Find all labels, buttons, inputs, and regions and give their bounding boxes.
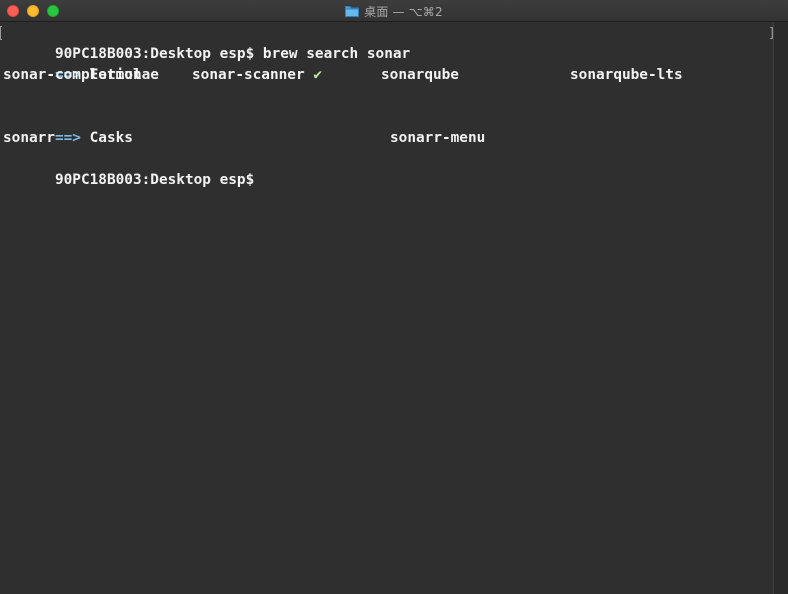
zoom-button[interactable] xyxy=(47,5,59,17)
title-bar[interactable]: 桌面 — ⌥⌘2 xyxy=(0,0,788,22)
left-edge-marker xyxy=(0,26,2,40)
final-prompt-line: 90PC18B003:Desktop esp$ xyxy=(3,149,254,188)
formula-item: sonarqube-lts xyxy=(570,67,683,83)
terminal-window: 桌面 — ⌥⌘2 90PC18B003:Desktop esp$ brew se… xyxy=(0,0,788,594)
formula-item: sonar-completion xyxy=(3,67,142,83)
formula-item: sonar-scanner ✔ xyxy=(192,65,322,86)
window-title: 桌面 — ⌥⌘2 xyxy=(364,4,443,19)
formulae-header: ==> Formulae xyxy=(3,44,159,83)
formula-item: sonarqube xyxy=(381,67,459,83)
scrollbar[interactable] xyxy=(773,23,788,594)
formula-item-name: sonar-scanner xyxy=(192,67,305,83)
terminal-output[interactable]: 90PC18B003:Desktop esp$ brew search sona… xyxy=(0,23,773,594)
casks-header: ==> Casks xyxy=(3,107,133,146)
casks-row: sonarr sonarr-menu xyxy=(3,128,773,149)
scroll-marker-icon: ] xyxy=(768,26,776,41)
cask-item: sonarr xyxy=(3,130,55,146)
cask-item: sonarr-menu xyxy=(390,130,486,146)
final-prompt: 90PC18B003:Desktop esp$ xyxy=(54,172,255,188)
installed-check-icon: ✔ xyxy=(313,67,322,83)
window-title-wrap: 桌面 — ⌥⌘2 xyxy=(0,0,788,22)
minimize-button[interactable] xyxy=(27,5,39,17)
folder-icon xyxy=(345,6,360,17)
command-line: 90PC18B003:Desktop esp$ brew search sona… xyxy=(3,23,410,62)
formulae-row: sonar-completion sonar-scanner ✔ sonarqu… xyxy=(3,65,773,86)
close-button[interactable] xyxy=(7,5,19,17)
